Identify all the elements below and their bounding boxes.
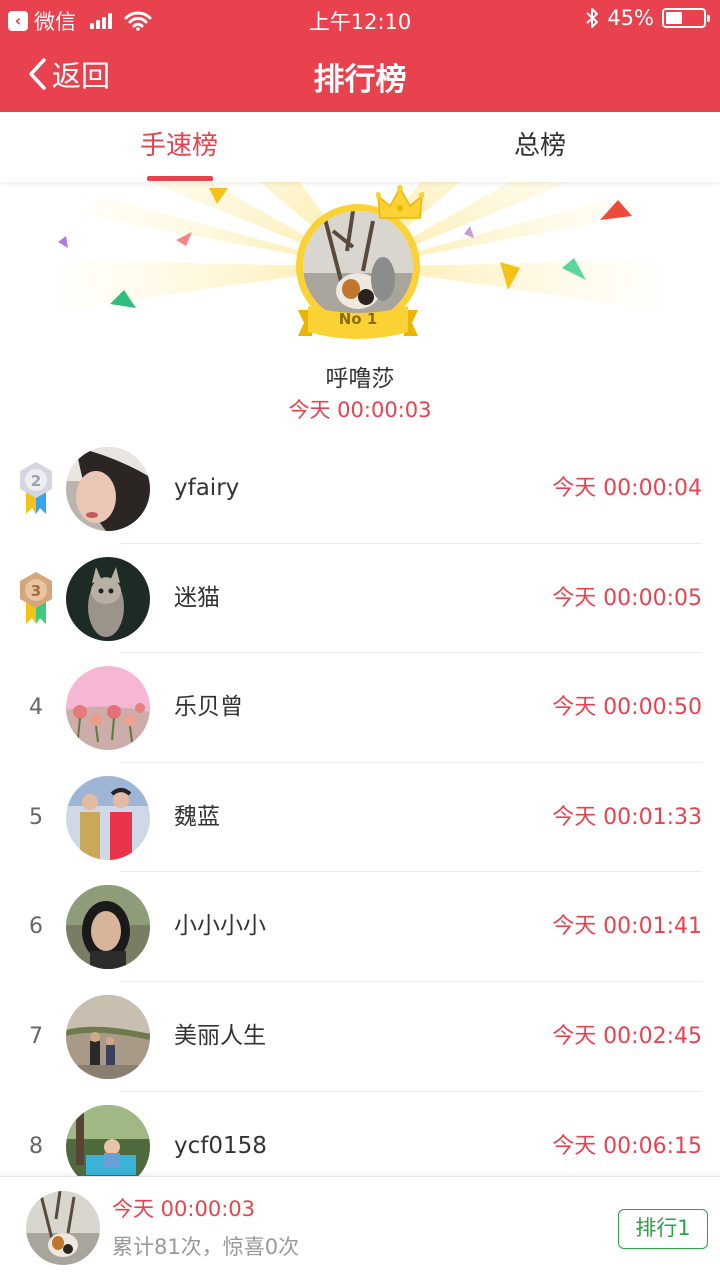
- tab-label: 总榜: [514, 131, 567, 161]
- table-row[interactable]: 5 魏蓝 今天 00:01:33: [0, 763, 720, 873]
- champion-section: No 1 呼噜莎 今天 00:00:03: [0, 182, 720, 438]
- avatar[interactable]: [66, 666, 150, 751]
- bluetooth-icon: [586, 8, 599, 28]
- user-time: 今天 00:01:41: [552, 914, 702, 940]
- avatar[interactable]: [66, 775, 150, 860]
- avatar[interactable]: [26, 1191, 100, 1265]
- user-name: yfairy: [174, 475, 240, 501]
- battery-percent: 45%: [607, 6, 654, 30]
- page-title: 排行榜: [313, 62, 407, 98]
- tab-label: 手速榜: [140, 131, 219, 161]
- status-bar: ‹ 微信 上午12:10 45%: [0, 0, 720, 38]
- user-name: 迷猫: [174, 584, 220, 611]
- champion-badge: No 1: [338, 310, 378, 328]
- table-row[interactable]: 6 小小小小 今天 00:01:41: [0, 872, 720, 982]
- user-time: 今天 00:00:05: [552, 585, 702, 611]
- status-right: 45%: [585, 6, 710, 30]
- top-bar: ‹ 微信 上午12:10 45% 返回 排行榜: [0, 0, 720, 112]
- user-name: 小小小小: [174, 913, 266, 940]
- user-time: 今天 00:01:33: [552, 804, 702, 830]
- rank-number: 5: [29, 804, 43, 830]
- champion-name: 呼噜莎: [325, 366, 395, 392]
- bronze-medal-icon: 3: [20, 571, 52, 624]
- avatar[interactable]: [66, 447, 150, 531]
- avatar[interactable]: [66, 556, 150, 641]
- svg-text:2: 2: [31, 472, 41, 490]
- user-time: 今天 00:00:50: [552, 695, 702, 721]
- user-name: 美丽人生: [174, 1022, 266, 1049]
- tab-speed-ranking[interactable]: 手速榜: [0, 112, 360, 182]
- battery-icon: [662, 8, 710, 28]
- rank-number: 4: [29, 695, 43, 721]
- rank-number: 7: [29, 1023, 43, 1049]
- user-name: 乐贝曾: [174, 694, 243, 721]
- avatar[interactable]: [66, 885, 150, 970]
- tab-bar: 手速榜 总榜: [0, 112, 720, 182]
- my-best-time: 今天 00:00:03: [112, 1197, 255, 1221]
- user-time: 今天 00:02:45: [552, 1023, 702, 1049]
- my-rank-button[interactable]: 排行1: [618, 1209, 708, 1249]
- table-row[interactable]: 7 美丽人生 今天 00:02:45: [0, 982, 720, 1092]
- my-stats: 累计81次，惊喜0次: [112, 1235, 300, 1259]
- rank-number: 6: [29, 914, 43, 940]
- my-record-bar: 今天 00:00:03 累计81次，惊喜0次 排行1: [0, 1176, 720, 1280]
- tab-total-ranking[interactable]: 总榜: [360, 112, 720, 182]
- champion-time: 今天 00:00:03: [288, 398, 432, 422]
- table-row[interactable]: 3 迷猫 今天 00:00:05: [0, 544, 720, 654]
- user-time: 今天 00:00:04: [552, 476, 702, 501]
- svg-text:3: 3: [31, 582, 41, 600]
- avatar[interactable]: [66, 994, 150, 1079]
- user-name: 魏蓝: [174, 803, 220, 830]
- table-row[interactable]: 2 yfairy 今天 00:00:04: [0, 434, 720, 544]
- active-tab-indicator: [147, 176, 213, 181]
- table-row[interactable]: 4 乐贝曾 今天 00:00:50: [0, 653, 720, 763]
- ranking-list: 2 yfairy 今天 00:00:04 3 迷猫 今天 00:00:05 4 …: [0, 434, 720, 1202]
- crown-icon: [376, 185, 424, 219]
- silver-medal-icon: 2: [20, 462, 52, 514]
